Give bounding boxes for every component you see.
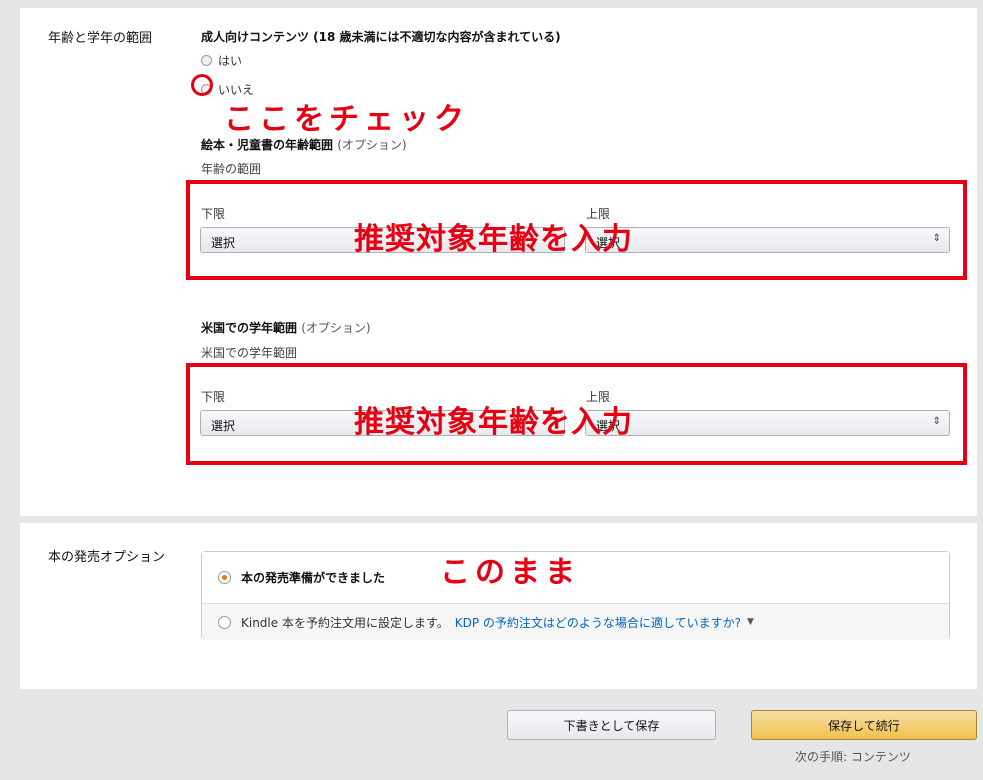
us-grade-title: 米国での学年範囲 (オプション) <box>201 319 371 336</box>
caret-down-icon[interactable]: ▼ <box>747 617 754 627</box>
save-and-continue-button[interactable]: 保存して続行 <box>751 710 977 740</box>
save-draft-button[interactable]: 下書きとして保存 <box>507 710 716 740</box>
annotation-check-here: ここをチェック <box>224 102 469 137</box>
annotation-as-is: このまま <box>440 555 580 590</box>
us-grade-optional: (オプション) <box>301 321 371 335</box>
us-grade-title-text: 米国での学年範囲 <box>201 321 298 335</box>
adult-content-question: 成人向けコンテンツ (18 歳未満には不適切な内容が含まれている) <box>201 30 561 44</box>
adult-yes-label: はい <box>218 54 243 68</box>
preorder-help-link[interactable]: KDP の予約注文はどのような場合に適していますか? <box>455 614 741 631</box>
age-grade-section-label: 年齢と学年の範囲 <box>48 31 153 46</box>
release-section-label: 本の発売オプション <box>48 550 166 565</box>
release-ready-radio[interactable] <box>218 571 231 584</box>
adult-yes-radio-row[interactable]: はい <box>201 52 242 69</box>
picture-book-title: 絵本・児童書の年齢範囲 (オプション) <box>201 136 407 153</box>
annotation-enter-age-2: 推奨対象年齢を入力 <box>354 405 633 440</box>
release-ready-label: 本の発売準備ができました <box>241 571 386 585</box>
picture-book-optional: (オプション) <box>337 138 407 152</box>
annotation-enter-age-1: 推奨対象年齢を入力 <box>354 222 633 257</box>
picture-book-sub: 年齢の範囲 <box>201 162 262 176</box>
picture-book-title-text: 絵本・児童書の年齢範囲 <box>201 138 334 152</box>
release-preorder-label: Kindle 本を予約注文用に設定します。 <box>241 615 449 630</box>
us-grade-sub: 米国での学年範囲 <box>201 346 298 360</box>
adult-yes-radio[interactable] <box>201 55 212 66</box>
release-preorder-option[interactable]: Kindle 本を予約注文用に設定します。 KDP の予約注文はどのような場合に… <box>202 604 949 640</box>
annotation-circle <box>191 74 213 96</box>
release-preorder-radio[interactable] <box>218 615 231 629</box>
next-step-text: 次の手順: コンテンツ <box>795 750 911 764</box>
